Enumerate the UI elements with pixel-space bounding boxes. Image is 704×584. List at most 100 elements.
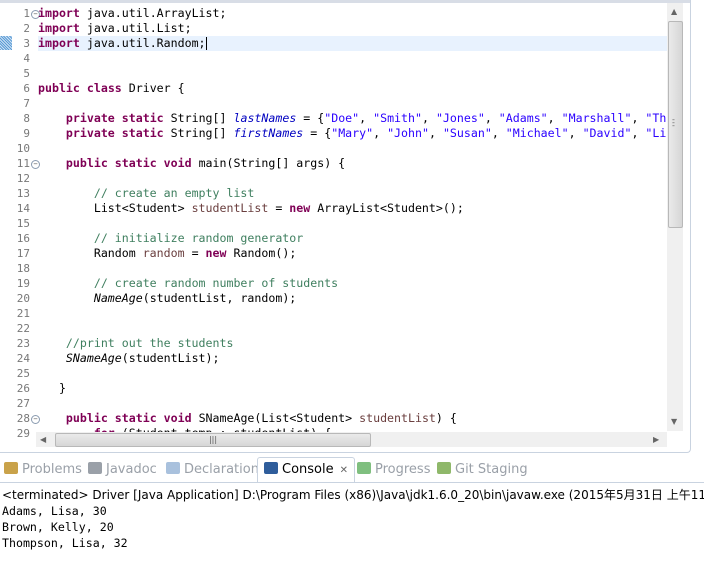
code-line[interactable] bbox=[38, 51, 667, 66]
code-line[interactable]: // create random number of students bbox=[38, 276, 667, 291]
code-line[interactable]: } bbox=[38, 381, 667, 396]
tab-label: Problems bbox=[22, 462, 82, 477]
code-token: SNameAge bbox=[65, 351, 122, 365]
code-token: Random bbox=[38, 246, 143, 260]
horizontal-scroll-thumb[interactable]: ||| bbox=[55, 433, 371, 447]
code-line[interactable] bbox=[38, 261, 667, 276]
code-token: "Th bbox=[645, 111, 667, 125]
scroll-down-arrow-icon[interactable]: ▼ bbox=[671, 417, 677, 426]
line-number: 15 bbox=[0, 216, 36, 231]
code-editor[interactable]: 1−2 3 4 5 6 7 8 9 10 11−12 13 14 15 16 17 18 19 20 21 22 23 2… bbox=[0, 0, 691, 453]
declaration-icon bbox=[166, 462, 180, 474]
tab-declaration[interactable]: Declaration bbox=[166, 458, 259, 482]
console-status: <terminated> Driver [Java Application] D… bbox=[2, 488, 704, 502]
code-token: // initialize random generator bbox=[93, 231, 304, 245]
console-output-line: Brown, Kelly, 20 bbox=[2, 520, 114, 534]
code-line[interactable]: import java.util.ArrayList; bbox=[38, 6, 667, 21]
code-line[interactable]: // create an empty list bbox=[38, 186, 667, 201]
scroll-right-arrow-icon[interactable]: ▶ bbox=[653, 435, 659, 444]
line-number-text: 1 bbox=[23, 7, 30, 20]
scroll-left-arrow-icon[interactable]: ◀ bbox=[40, 435, 46, 444]
code-line[interactable] bbox=[38, 171, 667, 186]
code-token: java.util.Random; bbox=[79, 36, 206, 50]
code-token: void bbox=[163, 411, 192, 425]
line-number-text: 18 bbox=[16, 262, 30, 275]
bottom-panel-tabs: Problems Javadoc Declaration Console ✕ Progre… bbox=[0, 457, 704, 482]
code-line[interactable]: // initialize random generator bbox=[38, 231, 667, 246]
line-number-text: 24 bbox=[16, 352, 30, 365]
line-number-text: 27 bbox=[16, 397, 30, 410]
code-line[interactable]: NameAge(studentList, random); bbox=[38, 291, 667, 306]
code-line[interactable]: //print out the students bbox=[38, 336, 667, 351]
code-line[interactable] bbox=[38, 366, 667, 381]
line-number: 21 bbox=[0, 306, 36, 321]
code-line[interactable] bbox=[38, 216, 667, 231]
tab-progress[interactable]: Progress bbox=[357, 458, 430, 482]
horizontal-scrollbar[interactable]: ◀ ||| ▶ bbox=[36, 432, 667, 447]
code-line[interactable] bbox=[38, 96, 667, 111]
line-number-gutter: 1−2 3 4 5 6 7 8 9 10 11−12 13 14 15 16 17 18 19 20 21 22 23 2… bbox=[0, 6, 40, 441]
code-token: firstNames bbox=[233, 126, 304, 140]
code-token: static bbox=[121, 111, 164, 125]
code-token: public bbox=[65, 411, 108, 425]
console-view[interactable]: <terminated> Driver [Java Application] D… bbox=[0, 482, 704, 584]
code-token: ArrayList<Student>(); bbox=[310, 201, 464, 215]
vertical-scroll-thumb[interactable]: --- bbox=[668, 21, 683, 228]
code-token: // create random number of students bbox=[93, 276, 339, 290]
code-line[interactable] bbox=[38, 396, 667, 411]
code-line[interactable]: SNameAge(studentList); bbox=[38, 351, 667, 366]
code-line[interactable]: List<Student> studentList = new ArrayLis… bbox=[38, 201, 667, 216]
code-token: java.util.List; bbox=[79, 21, 192, 35]
code-token: "Marshall" bbox=[561, 111, 632, 125]
code-line[interactable]: public static void main(String[] args) { bbox=[38, 156, 667, 171]
code-token: ) { bbox=[435, 411, 457, 425]
code-line[interactable]: private static String[] lastNames = {"Do… bbox=[38, 111, 667, 126]
code-line[interactable]: Random random = new Random(); bbox=[38, 246, 667, 261]
line-number-text: 12 bbox=[16, 172, 30, 185]
tab-console[interactable]: Console ✕ bbox=[257, 457, 355, 482]
line-number-text: 4 bbox=[23, 52, 30, 65]
tab-javadoc[interactable]: Javadoc bbox=[88, 458, 157, 482]
tab-git-staging[interactable]: Git Staging bbox=[437, 458, 528, 482]
line-number-text: 26 bbox=[16, 382, 30, 395]
line-number: 14 bbox=[0, 201, 36, 216]
code-token: new bbox=[205, 246, 227, 260]
line-number: 10 bbox=[0, 141, 36, 156]
tab-problems[interactable]: Problems bbox=[4, 458, 82, 482]
vertical-scrollbar[interactable]: ▲ --- ▼ bbox=[667, 3, 683, 431]
text-caret bbox=[205, 37, 207, 50]
code-token: SNameAge(List<Student> bbox=[191, 411, 360, 425]
code-token: (studentList); bbox=[121, 351, 220, 365]
code-token: List<Student> bbox=[38, 201, 192, 215]
scroll-up-arrow-icon[interactable]: ▲ bbox=[671, 7, 677, 16]
code-line[interactable]: private static String[] firstNames = {"M… bbox=[38, 126, 667, 141]
line-number-text: 21 bbox=[16, 307, 30, 320]
code-token: "Li bbox=[645, 126, 667, 140]
code-line[interactable]: public class Driver { bbox=[38, 81, 667, 96]
close-tab-icon[interactable]: ✕ bbox=[340, 465, 348, 476]
code-token: public bbox=[65, 156, 108, 170]
code-line[interactable] bbox=[38, 141, 667, 156]
line-number: 27 bbox=[0, 396, 36, 411]
code-token: "David" bbox=[582, 126, 632, 140]
line-number: 3 bbox=[0, 36, 36, 51]
line-number: 7 bbox=[0, 96, 36, 111]
code-token: static bbox=[114, 156, 157, 170]
code-line[interactable] bbox=[38, 306, 667, 321]
code-area[interactable]: import java.util.ArrayList; import java.u… bbox=[38, 6, 667, 441]
code-token: String[] bbox=[163, 126, 234, 140]
code-line[interactable] bbox=[38, 66, 667, 81]
line-number-text: 6 bbox=[23, 82, 30, 95]
git-staging-icon bbox=[437, 462, 451, 474]
code-line[interactable]: import java.util.Random; bbox=[38, 36, 667, 51]
code-line[interactable]: import java.util.List; bbox=[38, 21, 667, 36]
line-number-text: 11 bbox=[16, 157, 30, 170]
code-line[interactable] bbox=[38, 321, 667, 336]
line-number: 12 bbox=[0, 171, 36, 186]
line-number-text: 7 bbox=[23, 97, 30, 110]
code-line[interactable]: public static void SNameAge(List<Student… bbox=[38, 411, 667, 426]
code-token: private bbox=[65, 126, 115, 140]
